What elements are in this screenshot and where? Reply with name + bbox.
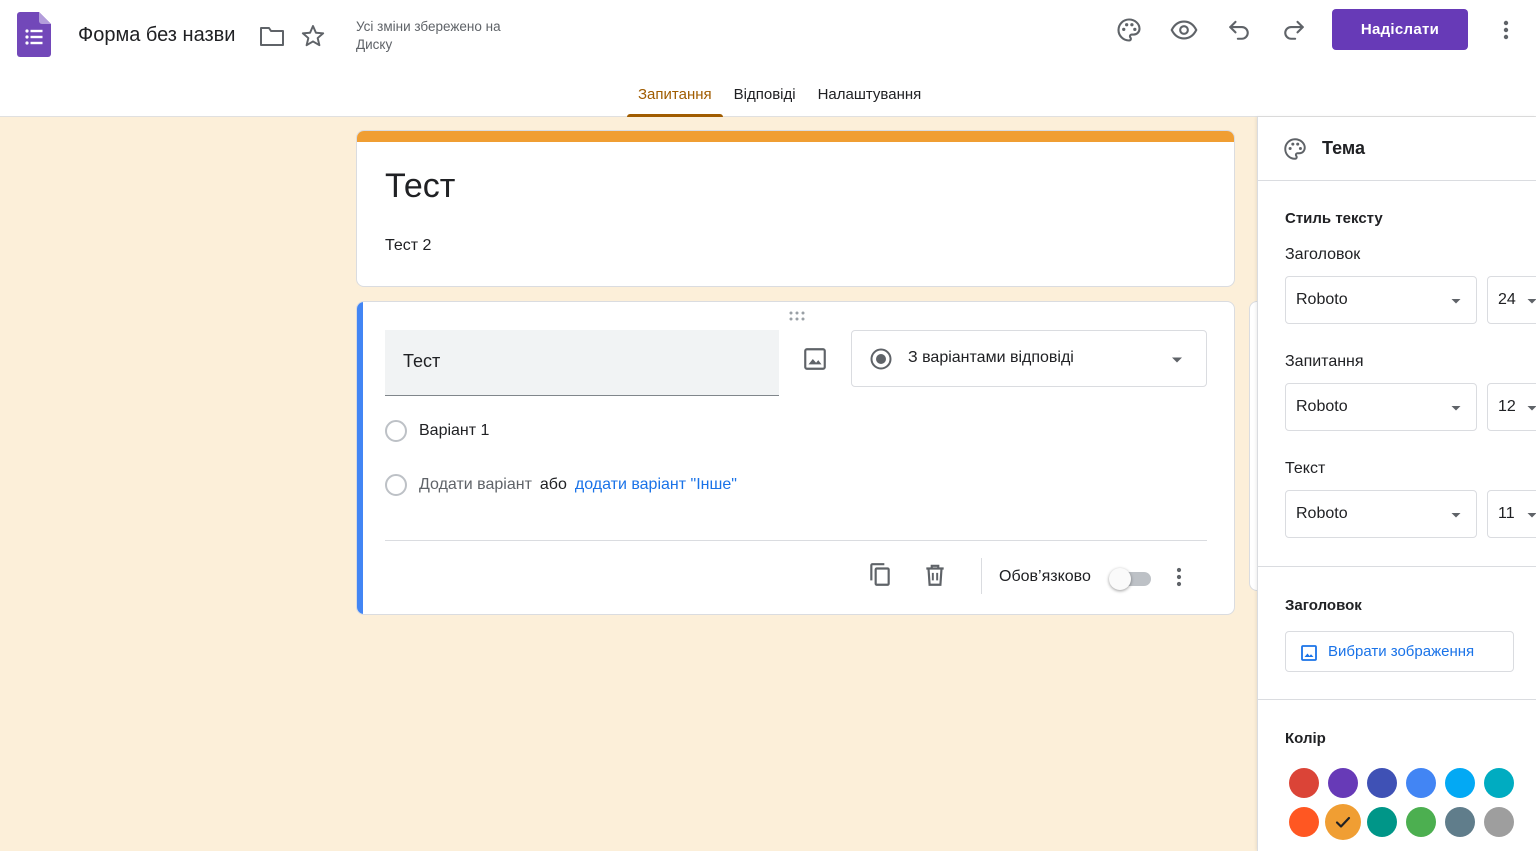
theme-panel: Тема Стиль тексту Заголовок Roboto 24 За… [1257,117,1536,851]
palette-icon[interactable] [1115,16,1143,44]
text-font-value: Roboto [1296,505,1348,522]
color-swatch[interactable] [1445,768,1475,798]
chevron-down-icon [1527,406,1536,411]
option-row[interactable]: Варіант 1 [385,420,489,442]
save-status: Усі зміни збережено на Диску [356,19,501,52]
top-header: Форма без назви Усі зміни збережено на Д… [0,0,1536,117]
question-footer-divider [385,540,1207,541]
chevron-down-icon [1172,357,1182,363]
form-title-card[interactable]: Тест Тест 2 [356,130,1235,287]
send-button[interactable]: Надіслати [1332,9,1468,50]
choose-image-button[interactable]: Вибрати зображення [1285,631,1514,672]
color-swatch[interactable] [1367,768,1397,798]
tab-responses[interactable]: Відповіді [723,78,807,117]
required-label: Обов’язково [999,568,1091,585]
question-font-value: Roboto [1296,398,1348,415]
form-description[interactable]: Тест 2 [385,237,431,255]
more-options-icon[interactable] [1494,16,1518,44]
footer-separator [981,558,982,594]
question-size-value: 12 [1498,398,1516,415]
required-toggle[interactable] [1109,567,1153,591]
form-tabs: Запитання Відповіді Налаштування [627,78,932,117]
color-swatch[interactable] [1289,807,1319,837]
color-swatch[interactable] [1325,804,1361,840]
add-option-link[interactable]: Додати варіант [419,476,532,494]
chevron-down-icon [1451,299,1461,304]
chevron-down-icon [1451,406,1461,411]
delete-icon[interactable] [922,562,948,588]
color-swatch[interactable] [1406,768,1436,798]
panel-divider [1258,699,1536,700]
color-swatch[interactable] [1484,807,1514,837]
header-font-select[interactable]: Roboto [1285,276,1477,324]
text-size-value: 11 [1498,505,1515,522]
color-swatch[interactable] [1328,768,1358,798]
active-question-bar [357,302,363,614]
question-more-icon[interactable] [1169,564,1189,590]
header-image-title: Заголовок [1285,597,1362,614]
form-title[interactable]: Тест [385,167,455,206]
duplicate-icon[interactable] [867,562,893,588]
tab-questions[interactable]: Запитання [627,78,723,117]
color-title: Колір [1285,730,1326,747]
redo-icon[interactable] [1280,16,1308,44]
color-swatch[interactable] [1367,807,1397,837]
panel-divider [1258,566,1536,567]
question-size-select[interactable]: 12 [1487,383,1536,431]
question-font-label: Запитання [1285,353,1364,370]
radio-empty-icon [385,474,407,496]
header-font-label: Заголовок [1285,246,1361,263]
star-icon[interactable] [300,23,326,49]
header-font-value: Roboto [1296,291,1348,308]
radio-checked-icon [870,348,892,370]
text-font-label: Текст [1285,460,1326,477]
question-type-label: З варіантами відповіді [908,349,1074,366]
color-swatch[interactable] [1445,807,1475,837]
drag-handle-icon[interactable] [787,310,807,322]
chevron-down-icon [1527,513,1536,518]
document-title[interactable]: Форма без назви [78,24,235,47]
radio-empty-icon [385,420,407,442]
choose-image-label: Вибрати зображення [1328,643,1475,660]
image-icon [1301,645,1317,661]
text-style-title: Стиль тексту [1285,210,1383,227]
question-type-select[interactable]: З варіантами відповіді [851,330,1207,387]
theme-panel-header: Тема [1258,117,1536,181]
text-font-select[interactable]: Roboto [1285,490,1477,538]
question-font-select[interactable]: Roboto [1285,383,1477,431]
forms-logo-icon[interactable] [17,12,51,57]
preview-eye-icon[interactable] [1170,16,1198,44]
header-size-select[interactable]: 24 [1487,276,1536,324]
chevron-down-icon [1527,299,1536,304]
add-option-row: Додати варіант або додати варіант "Інше" [385,474,737,496]
add-image-icon[interactable] [802,346,828,372]
theme-panel-title: Тема [1322,138,1365,158]
option-label[interactable]: Варіант 1 [419,422,489,440]
header-size-value: 24 [1498,291,1516,308]
toggle-knob [1109,568,1131,590]
chevron-down-icon [1451,513,1461,518]
palette-icon [1284,138,1306,160]
or-text: або [539,476,567,493]
theme-color-band [357,131,1234,142]
add-other-option-link[interactable]: додати варіант "Інше" [575,476,737,494]
question-title-input[interactable]: Тест [385,330,779,396]
color-swatch[interactable] [1406,807,1436,837]
color-swatch[interactable] [1289,768,1319,798]
folder-icon[interactable] [258,24,286,48]
undo-icon[interactable] [1225,16,1253,44]
text-size-select[interactable]: 11 [1487,490,1536,538]
color-swatch[interactable] [1484,768,1514,798]
question-card[interactable]: Тест З варіантами відповіді Варіант 1 До… [356,301,1235,615]
tab-settings[interactable]: Налаштування [807,78,933,117]
checkmark-icon [1335,816,1351,828]
